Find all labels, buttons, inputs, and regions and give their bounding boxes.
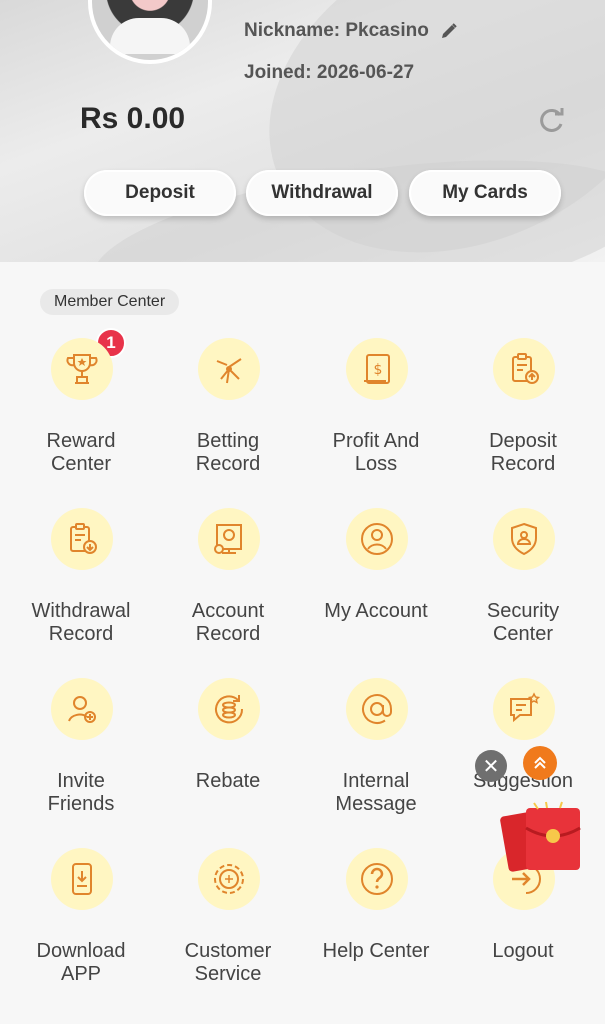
menu-label: My Account [324, 600, 428, 622]
red-packet-icon[interactable] [496, 800, 588, 878]
invite-icon [51, 678, 113, 740]
nickname-row: Nickname: Pkcasino [244, 20, 459, 42]
menu-label: Rebate [195, 770, 261, 792]
close-float-icon[interactable]: ✕ [475, 750, 507, 782]
joined-date: Joined: 2026-06-27 [244, 62, 415, 83]
menu-label: Betting Record [195, 430, 261, 475]
menu-reward-center[interactable]: Reward Center [6, 338, 156, 498]
shield-icon [493, 508, 555, 570]
wallet-actions: Deposit Withdrawal My Cards [80, 170, 561, 216]
menu-label: Withdrawal Record [31, 600, 131, 645]
withdrawal-record-icon [51, 508, 113, 570]
profit-icon: $ [346, 338, 408, 400]
menu-label: Help Center [322, 940, 430, 962]
menu-help-center[interactable]: Help Center [301, 848, 451, 1008]
at-icon [346, 678, 408, 740]
menu-label: Invite Friends [47, 770, 115, 815]
svg-text:$: $ [374, 362, 383, 378]
deposit-record-icon [493, 338, 555, 400]
suggestion-icon [493, 678, 555, 740]
menu-label: Suggestion [472, 770, 574, 792]
edit-icon[interactable] [439, 21, 459, 41]
menu-security-center[interactable]: Security Center [448, 508, 598, 668]
menu-label: Customer Service [184, 940, 272, 985]
menu-label: Profit And Loss [332, 430, 420, 475]
profile-header: Nickname: Pkcasino Joined: 2026-06-27 Rs… [0, 0, 605, 262]
menu-label: Account Record [191, 600, 265, 645]
menu-invite-friends[interactable]: Invite Friends [6, 678, 156, 838]
menu-rebate[interactable]: Rebate [153, 678, 303, 838]
help-icon [346, 848, 408, 910]
menu-download-app[interactable]: Download APP [6, 848, 156, 1008]
menu-deposit-record[interactable]: Deposit Record [448, 338, 598, 498]
deposit-button[interactable]: Deposit [84, 170, 236, 216]
menu-customer-service[interactable]: Customer Service [153, 848, 303, 1008]
my-cards-button[interactable]: My Cards [409, 170, 561, 216]
menu-betting-record[interactable]: Betting Record [153, 338, 303, 498]
menu-label: Security Center [486, 600, 560, 645]
menu-label: Reward Center [46, 430, 116, 475]
menu-label: Logout [492, 940, 554, 962]
account-record-icon [198, 508, 260, 570]
withdrawal-button[interactable]: Withdrawal [246, 170, 398, 216]
menu-my-account[interactable]: My Account [301, 508, 451, 668]
scroll-up-icon[interactable] [523, 746, 557, 780]
menu-internal-message[interactable]: Internal Message [301, 678, 451, 838]
menu-withdrawal-record[interactable]: Withdrawal Record [6, 508, 156, 668]
member-center-tag: Member Center [40, 289, 180, 315]
menu-label: Deposit Record [489, 430, 557, 475]
user-icon [346, 508, 408, 570]
trophy-icon [51, 338, 113, 400]
balance-amount: Rs 0.00 [80, 102, 186, 135]
refresh-icon[interactable] [536, 106, 566, 136]
nickname-text: Nickname: Pkcasino [244, 20, 429, 41]
avatar[interactable] [88, 0, 212, 64]
download-icon [51, 848, 113, 910]
menu-label: Download APP [36, 940, 126, 985]
menu-account-record[interactable]: Account Record [153, 508, 303, 668]
coins-icon [198, 678, 260, 740]
menu-profit-and-loss[interactable]: $ Profit And Loss [301, 338, 451, 498]
menu-label: Internal Message [335, 770, 417, 815]
support-icon [198, 848, 260, 910]
betting-icon [198, 338, 260, 400]
